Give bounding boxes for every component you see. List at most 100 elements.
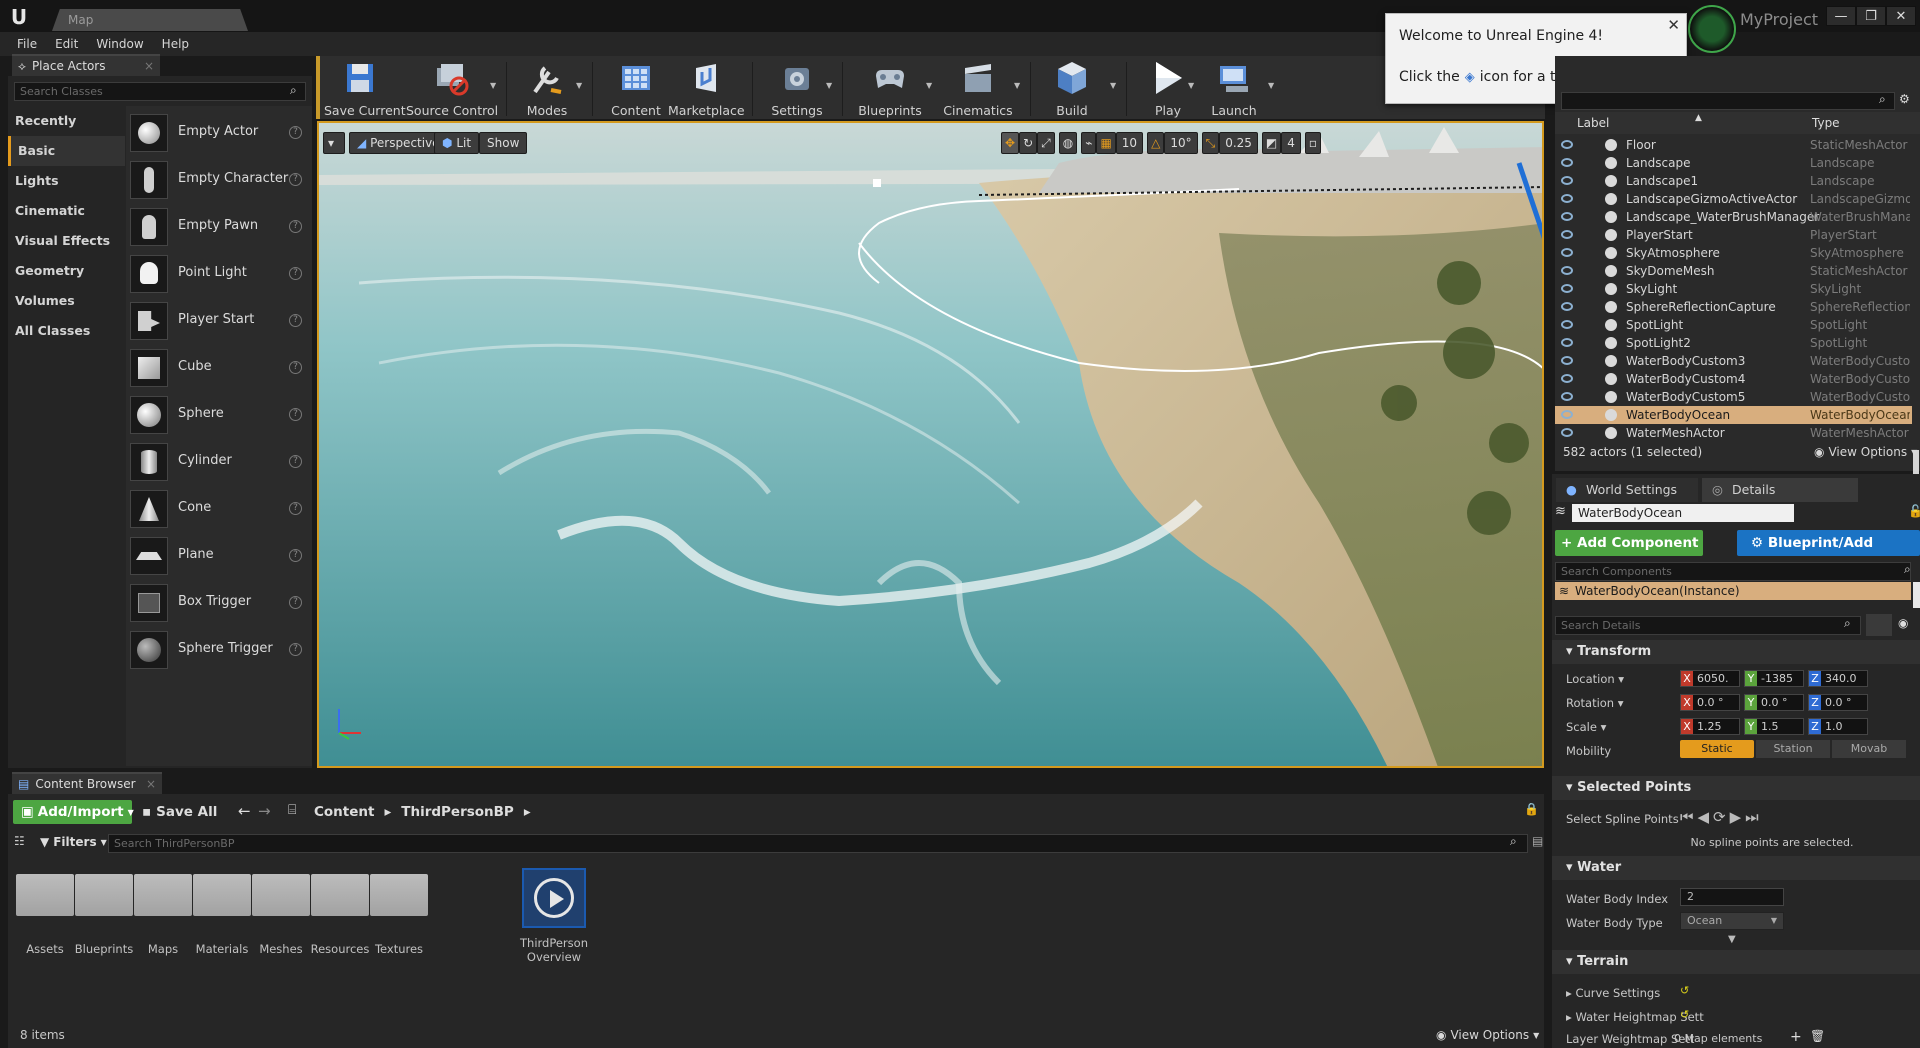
actor-item-empty-actor[interactable]: Empty Actor ? [126, 110, 312, 157]
add-element-icon[interactable]: + [1790, 1029, 1802, 1045]
category-recently-placed[interactable]: Recently Placed [8, 106, 125, 158]
perspective-button[interactable]: ◢ Perspective [349, 132, 448, 154]
visibility-eye-icon[interactable] [1561, 428, 1573, 437]
expand-advanced-icon[interactable]: ▼ [1728, 934, 1736, 945]
chevron-down-icon[interactable]: ▼ [1188, 81, 1194, 90]
scale-snap-value[interactable]: 0.25 [1219, 132, 1258, 154]
scale-snap-icon[interactable]: ⤡ [1201, 132, 1220, 154]
component-instance-row[interactable]: ≋ WaterBodyOcean(Instance) [1555, 582, 1911, 600]
outliner-row[interactable]: WaterBodyOcean WaterBodyOcean [1555, 406, 1912, 424]
actor-name-field[interactable]: WaterBodyOcean [1572, 504, 1794, 522]
folder-icon[interactable] [193, 874, 251, 916]
actor-item-empty-pawn[interactable]: Empty Pawn ? [126, 204, 312, 251]
outliner-row[interactable]: PlayerStart PlayerStart [1555, 226, 1912, 244]
mobility-stationary-button[interactable]: Station [1756, 740, 1830, 758]
outliner-row[interactable]: SphereReflectionCapture SphereReflection( [1555, 298, 1912, 316]
folder-icon[interactable] [75, 874, 133, 916]
help-icon[interactable]: ? [289, 408, 302, 421]
visibility-eye-icon[interactable] [1561, 248, 1573, 257]
water-body-type-dropdown[interactable]: Ocean ▼ [1680, 912, 1784, 930]
world-settings-tab[interactable]: ● World Settings [1556, 478, 1698, 502]
rotation-label[interactable]: Rotation ▾ [1566, 696, 1624, 710]
blueprint-add-script-button[interactable]: ⚙ Blueprint/Add Script [1737, 530, 1920, 577]
rotation-x-field[interactable]: X 0.0 ° [1680, 694, 1740, 711]
grid-snap-value[interactable]: 10 [1115, 132, 1144, 154]
location-x-field[interactable]: X 6050. [1680, 670, 1740, 687]
column-label[interactable]: Label [1577, 116, 1609, 130]
visibility-eye-icon[interactable] [1561, 158, 1573, 167]
outliner-row[interactable]: LandscapeGizmoActiveActor LandscapeGizmo [1555, 190, 1912, 208]
actor-item-sphere[interactable]: Sphere ? [126, 392, 312, 439]
source-control-button[interactable]: Source Control [406, 58, 498, 118]
outliner-row[interactable]: WaterBodyCustom5 WaterBodyCustor [1555, 388, 1912, 406]
visibility-eye-icon[interactable] [1561, 410, 1573, 419]
details-tab[interactable]: ◎ Details [1702, 478, 1858, 502]
search-details-input[interactable]: Search Details [1555, 616, 1861, 635]
actor-item-cylinder[interactable]: Cylinder ? [126, 439, 312, 486]
rotate-icon[interactable]: ↻ [1019, 132, 1038, 154]
visibility-eye-icon[interactable] [1561, 284, 1573, 293]
water-section-header[interactable]: ▾ Water [1552, 856, 1920, 880]
maximize-viewport-icon[interactable]: ▫ [1304, 132, 1322, 154]
category-volumes[interactable]: Volumes [8, 286, 125, 316]
mobility-static-button[interactable]: Static [1680, 740, 1754, 758]
water-body-index-field[interactable]: 2 [1680, 888, 1784, 906]
actor-item-sphere-trigger[interactable]: Sphere Trigger ? [126, 627, 312, 674]
content-browser-tab[interactable]: ▤ Content Browser × [12, 772, 162, 794]
chevron-down-icon[interactable]: ▼ [1014, 81, 1020, 90]
category-cinematic[interactable]: Cinematic [8, 196, 125, 226]
outliner-row[interactable]: WaterBodyCustom3 WaterBodyCustor [1555, 352, 1912, 370]
chevron-down-icon[interactable]: ▼ [826, 81, 832, 90]
visibility-eye-icon[interactable] [1561, 194, 1573, 203]
rotation-z-field[interactable]: Z 0.0 ° [1808, 694, 1868, 711]
close-icon[interactable]: × [146, 777, 156, 791]
chevron-down-icon[interactable]: ▼ [1268, 81, 1274, 90]
actor-item-point-light[interactable]: Point Light ? [126, 251, 312, 298]
surface-snap-icon[interactable]: ⌁ [1081, 132, 1097, 154]
mobility-movable-button[interactable]: Movab [1832, 740, 1906, 758]
content-button[interactable]: Content [606, 58, 666, 118]
chevron-down-icon[interactable]: ▼ [490, 81, 496, 90]
minimize-button[interactable]: — [1826, 6, 1856, 26]
visibility-eye-icon[interactable] [1561, 230, 1573, 239]
close-icon[interactable]: ✕ [1667, 16, 1680, 34]
visibility-eye-icon[interactable] [1561, 356, 1573, 365]
camera-speed-value[interactable]: 4 [1281, 132, 1301, 154]
outliner-row[interactable]: Floor StaticMeshActor [1555, 136, 1912, 154]
folder-icon[interactable] [370, 874, 428, 916]
settings-icon[interactable]: ⚙ [1899, 92, 1910, 106]
category-geometry[interactable]: Geometry [8, 256, 125, 286]
visibility-eye-icon[interactable] [1561, 320, 1573, 329]
camera-speed-icon[interactable]: ◩ [1261, 132, 1282, 154]
visibility-eye-icon[interactable] [1561, 392, 1573, 401]
scale-z-field[interactable]: Z 1.0 [1808, 718, 1868, 735]
scale-label[interactable]: Scale ▾ [1566, 720, 1606, 734]
category-all-classes[interactable]: All Classes [8, 316, 125, 346]
lock-icon[interactable]: 🔒 [1524, 802, 1539, 816]
help-icon[interactable]: ? [289, 267, 302, 280]
menu-window[interactable]: Window [87, 32, 152, 56]
chevron-down-icon[interactable]: ▼ [926, 81, 932, 90]
help-icon[interactable]: ? [289, 502, 302, 515]
location-label[interactable]: Location ▾ [1566, 672, 1624, 686]
help-icon[interactable]: ? [289, 126, 302, 139]
visibility-eye-icon[interactable] [1561, 140, 1573, 149]
outliner-row[interactable]: WaterBodyCustom4 WaterBodyCustor [1555, 370, 1912, 388]
actor-item-empty-character[interactable]: Empty Character ? [126, 157, 312, 204]
category-visual-effects[interactable]: Visual Effects [8, 226, 125, 256]
visibility-eye-icon[interactable] [1561, 266, 1573, 275]
asset-thirdperson-overview[interactable] [522, 868, 586, 928]
show-button[interactable]: Show [479, 132, 528, 154]
visibility-eye-icon[interactable] [1561, 302, 1573, 311]
level-viewport[interactable]: ▾ ◢ Perspective ⬢ Lit Show ✥ ↻ ⤢ ◍ ⌁ ▦ 1… [317, 121, 1544, 768]
selected-points-header[interactable]: ▾ Selected Points [1552, 776, 1920, 800]
help-icon[interactable]: ? [289, 643, 302, 656]
help-icon[interactable]: ? [289, 173, 302, 186]
window-close-button[interactable]: ✕ [1886, 6, 1916, 26]
grid-snap-icon[interactable]: ▦ [1096, 132, 1116, 154]
folder-icon[interactable] [252, 874, 310, 916]
build-button[interactable]: Build [1042, 58, 1102, 118]
visibility-eye-icon[interactable] [1561, 176, 1573, 185]
rotation-snap-icon[interactable]: △ [1147, 132, 1165, 154]
folder-icon[interactable] [311, 874, 369, 916]
